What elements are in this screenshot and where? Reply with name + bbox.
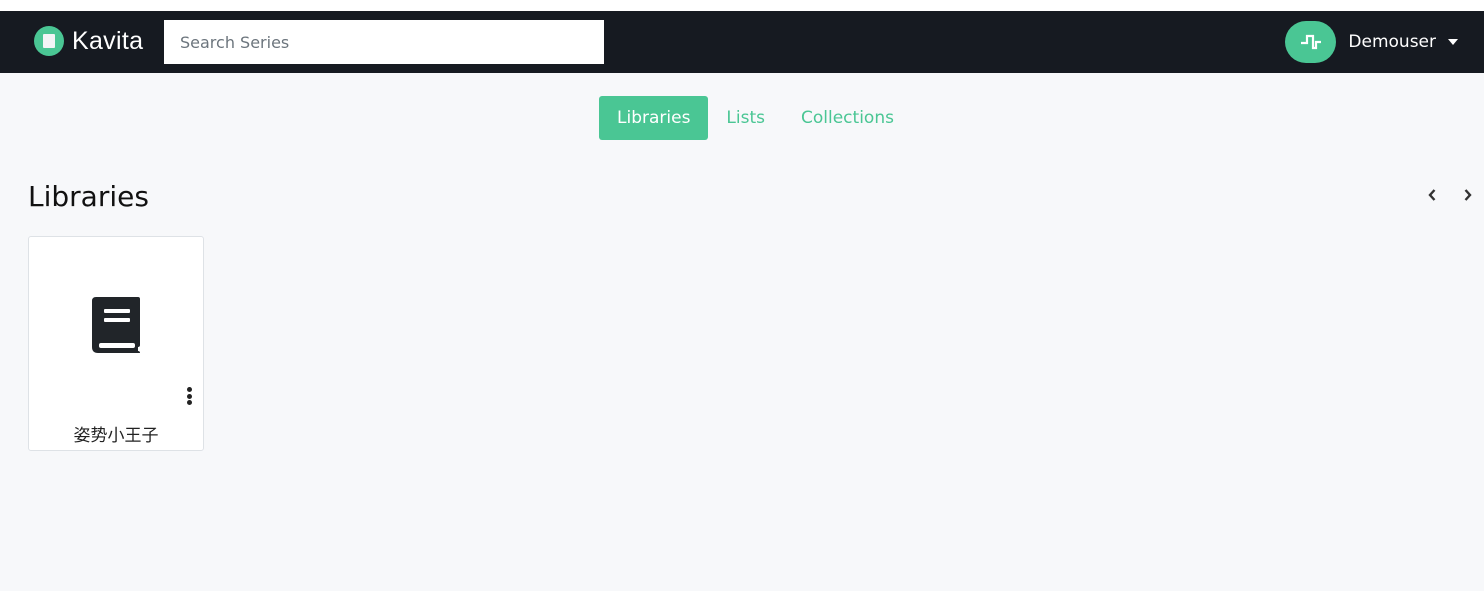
- more-vertical-icon-dot: [186, 393, 192, 399]
- avatar[interactable]: [1285, 21, 1337, 63]
- chevron-right-icon: [1464, 189, 1472, 201]
- chevron-left-icon: [1428, 189, 1436, 201]
- card-actions-button[interactable]: [183, 385, 195, 407]
- tab-libraries[interactable]: Libraries: [599, 96, 709, 140]
- section-tabs: Libraries Lists Collections: [599, 96, 912, 140]
- book-icon: [92, 296, 140, 353]
- library-card-title[interactable]: 姿势小王子: [29, 421, 203, 446]
- search-input[interactable]: [164, 20, 604, 64]
- pulse-icon: [1300, 34, 1321, 50]
- username[interactable]: Demouser: [1348, 32, 1436, 52]
- more-vertical-icon: [186, 387, 192, 392]
- library-card[interactable]: 姿势小王子: [28, 236, 204, 451]
- tab-lists[interactable]: Lists: [708, 96, 783, 140]
- carousel-nav: [1424, 186, 1476, 204]
- tab-collections[interactable]: Collections: [783, 96, 912, 140]
- carousel-next-button[interactable]: [1460, 186, 1476, 204]
- user-menu[interactable]: Demouser: [1285, 21, 1458, 63]
- chevron-down-icon[interactable]: [1448, 39, 1458, 45]
- carousel-prev-button[interactable]: [1424, 186, 1440, 204]
- library-card-cover[interactable]: [29, 237, 203, 412]
- kavita-logo-icon: [34, 26, 64, 56]
- brand-link[interactable]: Kavita: [34, 25, 143, 57]
- more-vertical-icon-dot: [186, 400, 192, 405]
- navbar: Kavita Demouser: [0, 11, 1484, 73]
- top-strip: [0, 0, 1484, 11]
- brand-name: Kavita: [72, 26, 144, 55]
- page-title: Libraries: [28, 180, 149, 213]
